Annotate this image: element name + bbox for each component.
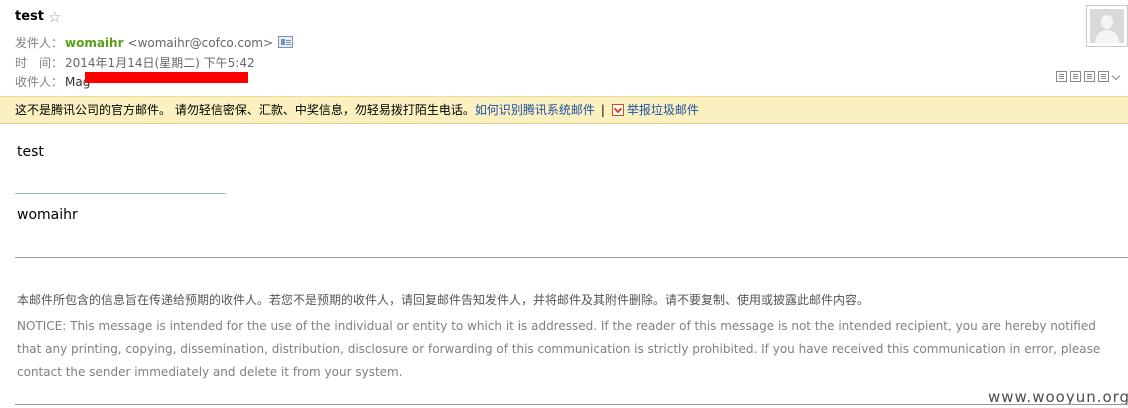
from-label: 发件人： xyxy=(15,36,64,50)
mail-subject: test xyxy=(15,9,44,24)
contact-card-icon[interactable] xyxy=(278,36,293,48)
report-spam-icon[interactable] xyxy=(611,103,624,116)
to-label: 收件人： xyxy=(15,75,64,89)
bottom-divider xyxy=(15,404,1128,405)
security-notice-bar: 这不是腾讯公司的官方邮件。 请勿轻信密保、汇款、中奖信息，勿轻易拨打陌生电话。如… xyxy=(0,96,1128,124)
disclaimer-english: NOTICE: This message is intended for the… xyxy=(17,319,1101,379)
avatar-placeholder-icon xyxy=(1090,9,1124,43)
sender-name[interactable]: womaihr xyxy=(65,36,124,50)
mail-header: test ☆ 发件人： womaihr <womaihr@cofco.com> 时 … xyxy=(0,0,1128,96)
from-row: 发件人： womaihr <womaihr@cofco.com> xyxy=(15,34,273,51)
save-icon[interactable] xyxy=(1084,71,1095,82)
signature-divider xyxy=(15,193,226,194)
time-row: 时 间： 2014年1月14日(星期二) 下午5:42 xyxy=(15,54,255,71)
more-icon[interactable] xyxy=(1098,71,1109,82)
notice-text: 这不是腾讯公司的官方邮件。 请勿轻信密保、汇款、中奖信息，勿轻易拨打陌生电话。 xyxy=(15,103,475,117)
report-spam-link[interactable]: 举报垃圾邮件 xyxy=(627,103,699,117)
header-toolbar xyxy=(1056,71,1121,82)
new-window-icon[interactable] xyxy=(1056,71,1067,82)
mail-body-text: test xyxy=(17,144,44,160)
notice-separator: | xyxy=(600,103,605,117)
print-icon[interactable] xyxy=(1070,71,1081,82)
signature-name: womaihr xyxy=(17,207,78,223)
sender-email: <womaihr@cofco.com> xyxy=(127,36,274,50)
avatar[interactable] xyxy=(1086,5,1128,47)
chevron-down-icon[interactable] xyxy=(1112,71,1121,82)
recipient-redaction xyxy=(85,72,248,83)
sent-time: 2014年1月14日(星期二) 下午5:42 xyxy=(65,56,255,70)
time-label: 时 间： xyxy=(15,56,64,70)
to-row: 收件人： Mag xyxy=(15,73,90,90)
disclaimer-divider xyxy=(15,257,1128,258)
disclaimer-chinese: 本邮件所包含的信息旨在传递给预期的收件人。若您不是预期的收件人，请回复邮件告知发… xyxy=(17,293,870,307)
identify-system-mail-link[interactable]: 如何识别腾讯系统邮件 xyxy=(475,103,595,117)
star-icon[interactable]: ☆ xyxy=(48,8,61,26)
